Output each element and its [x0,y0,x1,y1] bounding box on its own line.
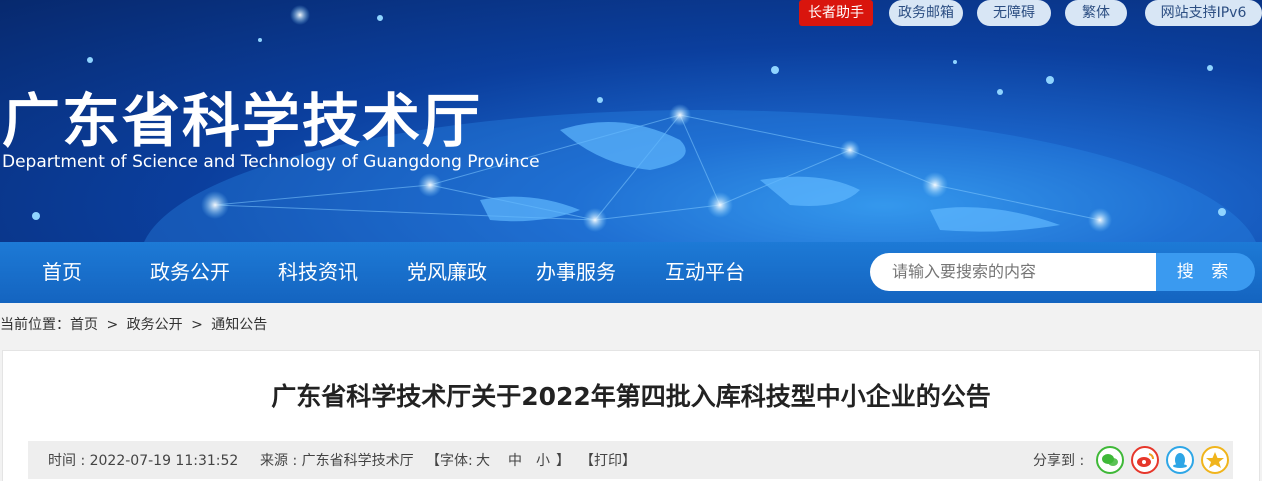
share-label: 分享到 : [1033,453,1085,469]
nav-item-sci-tech-news[interactable]: 科技资讯 [278,242,358,303]
font-size-small[interactable]: 小 [536,450,550,470]
nav-item-home[interactable]: 首页 [42,242,82,303]
header-banner: 广东省科学技术厅 Department of Science and Techn… [0,0,1262,242]
nav-item-services[interactable]: 办事服务 [536,242,616,303]
breadcrumb-home[interactable]: 首页 [70,317,98,333]
accessibility-button[interactable]: 无障碍 [977,0,1051,26]
nav-item-gov-affairs[interactable]: 政务公开 [150,242,230,303]
font-size-medium[interactable]: 中 [508,450,522,470]
site-title: 广东省科学技术厅 [2,87,483,155]
breadcrumb-separator: > [191,317,203,333]
nav-item-party-integrity[interactable]: 党风廉政 [407,242,487,303]
article-source: 来源 : 广东省科学技术厅 [260,453,414,469]
site-subtitle: Department of Science and Technology of … [2,152,540,172]
qq-icon[interactable] [1166,446,1194,474]
breadcrumb-prefix: 当前位置： [0,317,70,333]
gov-mailbox-link[interactable]: 政务邮箱 [889,0,963,26]
weibo-icon[interactable] [1131,446,1159,474]
qzone-icon[interactable] [1201,446,1229,474]
search-button[interactable]: 搜 索 [1156,253,1255,291]
font-size-large[interactable]: 大 [476,450,490,470]
breadcrumb-separator: > [106,317,119,333]
traditional-chinese-button[interactable]: 繁体 [1065,0,1127,26]
print-link[interactable]: 【打印】 [580,450,636,470]
ipv6-support-link[interactable]: 网站支持IPv6 [1145,0,1262,26]
article-title: 广东省科学技术厅关于2022年第四批入库科技型中小企业的公告 [271,382,991,411]
breadcrumb-notices[interactable]: 通知公告 [211,317,267,333]
search-input[interactable] [870,253,1160,291]
nav-item-interaction[interactable]: 互动平台 [665,242,745,303]
font-size-close: 】 [556,453,570,469]
elder-assistant-button[interactable]: 长者助手 [799,0,873,26]
publish-time: 时间 : 2022-07-19 11:31:52 [48,453,239,469]
wechat-icon[interactable] [1096,446,1124,474]
breadcrumb: 当前位置：首页 > 政务公开 > 通知公告 [0,314,271,334]
font-size-label: 【字体: [426,453,473,469]
breadcrumb-gov-affairs[interactable]: 政务公开 [127,317,183,333]
page: 广东省科学技术厅 Department of Science and Techn… [0,0,1262,481]
